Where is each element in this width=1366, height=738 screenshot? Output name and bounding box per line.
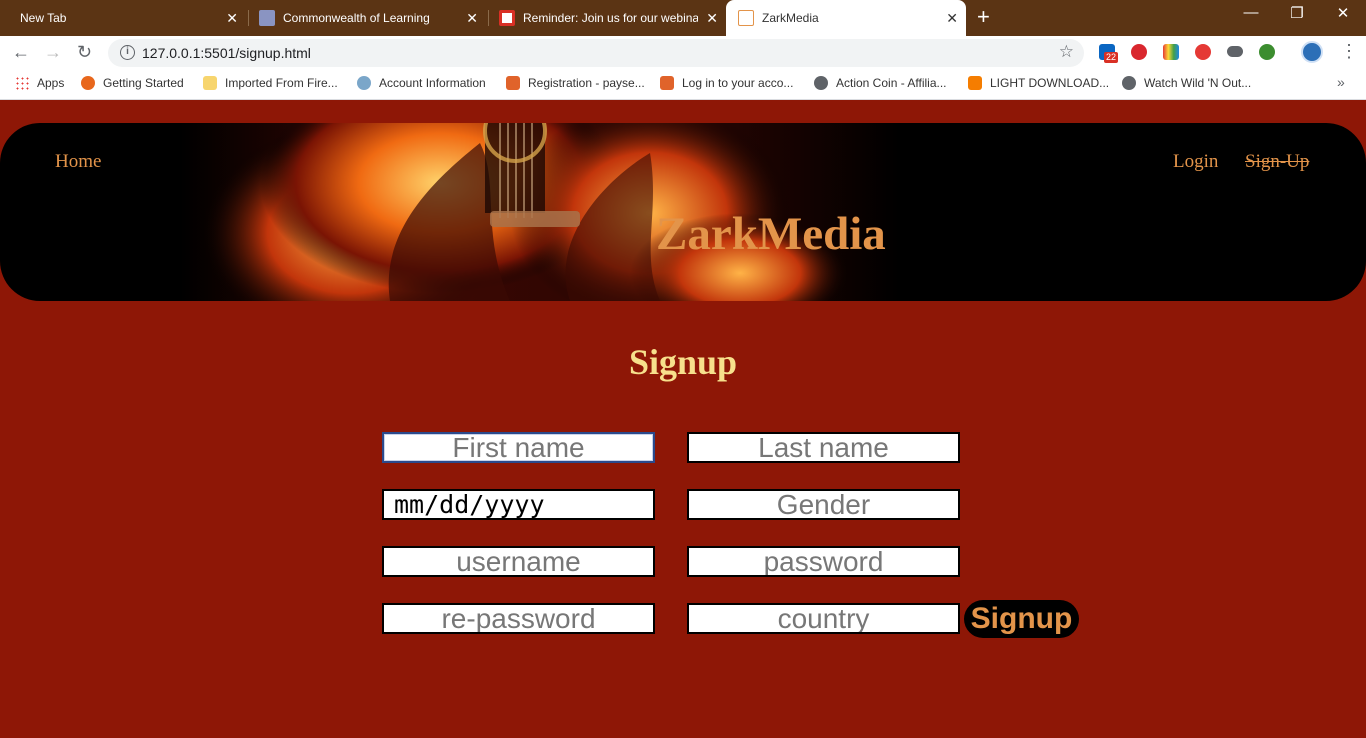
bookmark-action-coin[interactable]: Action Coin - Affilia... bbox=[814, 76, 947, 90]
tab-divider bbox=[488, 10, 489, 26]
bookmark-label: Action Coin - Affilia... bbox=[836, 76, 947, 90]
forward-arrow-icon[interactable]: → bbox=[44, 42, 62, 62]
more-bookmarks-icon[interactable]: » bbox=[1337, 74, 1345, 90]
tab-zarkmedia[interactable]: ZarkMedia ✕ bbox=[726, 0, 966, 36]
apps-grid-icon bbox=[15, 76, 29, 90]
minimize-icon[interactable]: — bbox=[1228, 4, 1274, 21]
header-banner: Home Login Sign-Up ZarkMedia bbox=[0, 123, 1366, 301]
bookmark-label: Watch Wild 'N Out... bbox=[1144, 76, 1252, 90]
cloud-extension-icon[interactable] bbox=[1227, 46, 1243, 57]
tab-title: Commonwealth of Learning bbox=[283, 11, 430, 25]
sync-extension-icon[interactable] bbox=[1195, 44, 1211, 60]
tab-title: New Tab bbox=[20, 11, 67, 25]
restore-icon[interactable]: ❐ bbox=[1274, 4, 1320, 22]
gender-field[interactable] bbox=[687, 489, 960, 520]
bookmark-wild-n-out[interactable]: Watch Wild 'N Out... bbox=[1122, 76, 1251, 90]
bookmark-apps[interactable]: Apps bbox=[15, 76, 64, 90]
commonwealth-favicon-icon bbox=[259, 10, 275, 26]
profile-avatar[interactable] bbox=[1301, 41, 1323, 63]
bookmark-label: Getting Started bbox=[103, 76, 184, 90]
reload-icon[interactable]: ↻ bbox=[77, 42, 92, 62]
password-field[interactable] bbox=[687, 546, 960, 577]
tab-title: ZarkMedia bbox=[762, 11, 819, 25]
last-name-field[interactable] bbox=[687, 432, 960, 463]
globe-extension-icon[interactable] bbox=[1259, 44, 1275, 60]
bookmark-light-download[interactable]: LIGHT DOWNLOAD... bbox=[968, 76, 1109, 90]
bookmark-account-info[interactable]: Account Information bbox=[357, 76, 486, 90]
gmail-icon bbox=[499, 10, 515, 26]
tab-divider bbox=[248, 10, 249, 26]
close-icon[interactable]: ✕ bbox=[226, 10, 238, 26]
color-extension-icon[interactable] bbox=[1163, 44, 1179, 60]
bookmark-imported[interactable]: Imported From Fire... bbox=[203, 76, 338, 90]
close-window-icon[interactable]: ✕ bbox=[1320, 4, 1366, 22]
address-bar[interactable]: i 127.0.0.1:5501/signup.html ☆ bbox=[108, 39, 1084, 67]
bookmarks-bar: Apps Getting Started Imported From Fire.… bbox=[0, 69, 1366, 100]
firefox-icon bbox=[81, 76, 95, 90]
country-field[interactable] bbox=[687, 603, 960, 634]
bookmark-label: Imported From Fire... bbox=[225, 76, 338, 90]
bookmark-registration[interactable]: Registration - payse... bbox=[506, 76, 645, 90]
tab-strip: New Tab ✕ Commonwealth of Learning ✕ Rem… bbox=[0, 0, 1366, 36]
tab-gmail-reminder[interactable]: Reminder: Join us for our webinar ✕ bbox=[490, 0, 726, 36]
nav-home-link[interactable]: Home bbox=[55, 151, 101, 173]
extension-badge: 22 bbox=[1104, 52, 1119, 63]
site-brand: ZarkMedia bbox=[656, 208, 886, 260]
menu-dots-icon[interactable]: ⋮ bbox=[1340, 41, 1358, 61]
bookmark-label: Log in to your acco... bbox=[682, 76, 794, 90]
first-name-field[interactable] bbox=[382, 432, 655, 463]
bookmark-getting-started[interactable]: Getting Started bbox=[81, 76, 184, 90]
signup-button[interactable]: Signup bbox=[964, 600, 1079, 638]
tab-new-tab[interactable]: New Tab ✕ bbox=[8, 0, 246, 36]
bookmark-label: Apps bbox=[37, 76, 65, 90]
globe-icon bbox=[814, 76, 828, 90]
date-of-birth-field[interactable]: mm/dd/yyyy bbox=[382, 489, 655, 520]
username-field[interactable] bbox=[382, 546, 655, 577]
bookmark-star-icon[interactable]: ☆ bbox=[1059, 42, 1074, 62]
browser-toolbar: ← → ↻ i 127.0.0.1:5501/signup.html ☆ bbox=[0, 36, 1366, 69]
url-text: 127.0.0.1:5501/signup.html bbox=[142, 45, 311, 61]
close-icon[interactable]: ✕ bbox=[466, 10, 478, 26]
payse-icon bbox=[506, 76, 520, 90]
folder-icon bbox=[203, 76, 217, 90]
close-icon[interactable]: ✕ bbox=[706, 10, 718, 26]
re-password-field[interactable] bbox=[382, 603, 655, 634]
bookmark-label: Account Information bbox=[379, 76, 486, 90]
mega-extension-icon[interactable] bbox=[1131, 44, 1147, 60]
payse-icon bbox=[660, 76, 674, 90]
nav-login-link[interactable]: Login bbox=[1173, 151, 1218, 173]
site-info-icon[interactable]: i bbox=[120, 45, 135, 60]
new-tab-plus-icon[interactable]: + bbox=[977, 6, 990, 28]
nav-signup-link[interactable]: Sign-Up bbox=[1245, 151, 1309, 173]
bookmark-label: Registration - payse... bbox=[528, 76, 645, 90]
tab-title: Reminder: Join us for our webinar bbox=[523, 11, 698, 25]
page-title: Signup bbox=[628, 342, 738, 382]
back-arrow-icon[interactable]: ← bbox=[12, 42, 30, 62]
close-icon[interactable]: ✕ bbox=[946, 10, 958, 26]
bookmark-label: LIGHT DOWNLOAD... bbox=[990, 76, 1110, 90]
blogger-icon bbox=[968, 76, 982, 90]
account-icon bbox=[357, 76, 371, 90]
zarkmedia-favicon-icon bbox=[738, 10, 754, 26]
bookmark-login[interactable]: Log in to your acco... bbox=[660, 76, 793, 90]
globe-icon bbox=[1122, 76, 1136, 90]
tab-commonwealth[interactable]: Commonwealth of Learning ✕ bbox=[250, 0, 486, 36]
